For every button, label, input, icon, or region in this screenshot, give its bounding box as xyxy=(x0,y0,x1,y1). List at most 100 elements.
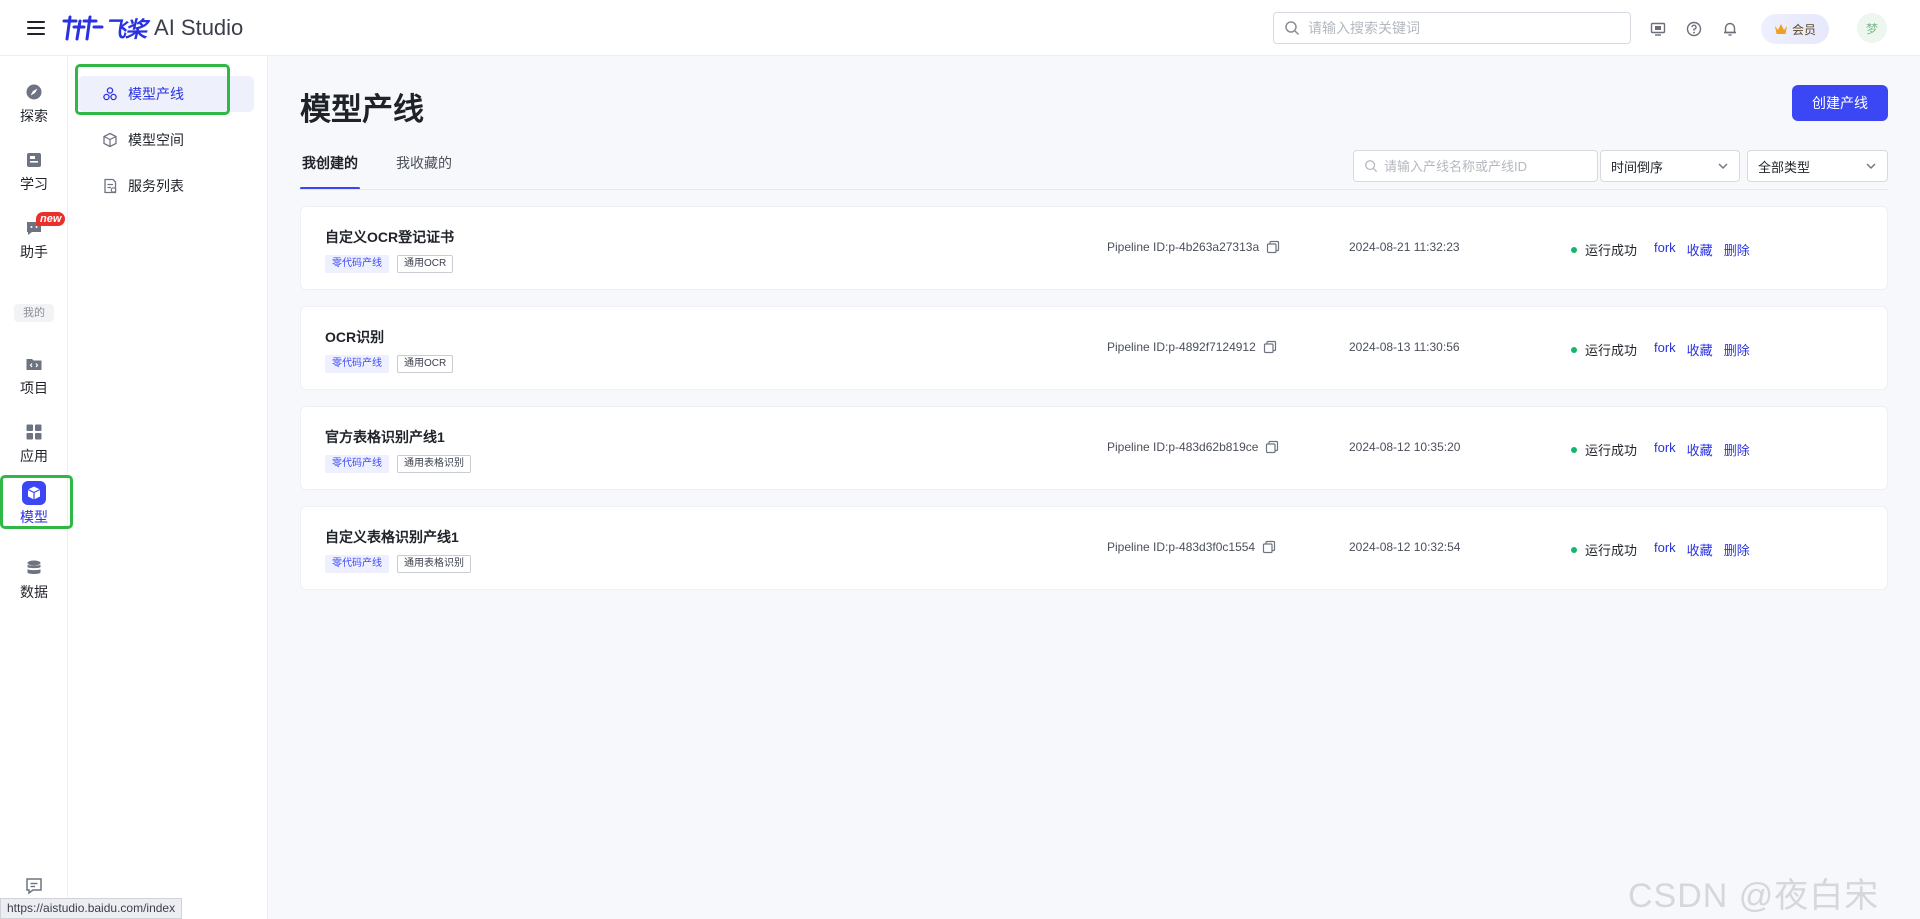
copy-icon[interactable] xyxy=(1263,340,1277,354)
copy-icon[interactable] xyxy=(1266,240,1280,254)
delete-link[interactable]: 删除 xyxy=(1724,240,1750,259)
pipeline-time: 2024-08-12 10:35:20 xyxy=(1349,440,1461,454)
folder-code-icon xyxy=(24,354,44,374)
subnav-item-label: 模型产线 xyxy=(128,86,184,102)
vip-button[interactable]: 会员 xyxy=(1761,14,1829,44)
bell-icon[interactable] xyxy=(1717,15,1743,43)
pipeline-time: 2024-08-12 10:32:54 xyxy=(1349,540,1461,554)
pipeline-name[interactable]: 官方表格识别产线1 xyxy=(325,427,445,447)
left-rail: 探索 学习 助手 new 我的 项目 应用 模型 数据 xyxy=(0,56,68,919)
copy-icon[interactable] xyxy=(1265,440,1279,454)
pipeline-name[interactable]: 自定义表格识别产线1 xyxy=(325,527,459,547)
pipeline-card[interactable]: 官方表格识别产线1 零代码产线 通用表格识别 Pipeline ID:p-483… xyxy=(300,406,1888,490)
pipeline-card[interactable]: 自定义OCR登记证书 零代码产线 通用OCR Pipeline ID:p-4b2… xyxy=(300,206,1888,290)
monitor-icon[interactable] xyxy=(1645,15,1671,43)
main-content: 模型产线 创建产线 我创建的 我收藏的 时间倒序 全部类型 自定义OCR登记证书… xyxy=(268,56,1920,919)
help-icon[interactable] xyxy=(1681,15,1707,43)
rail-item-label: 项目 xyxy=(20,380,48,396)
copy-icon[interactable] xyxy=(1262,540,1276,554)
search-input[interactable] xyxy=(1308,20,1608,36)
pipeline-search[interactable] xyxy=(1353,150,1598,182)
delete-link[interactable]: 删除 xyxy=(1724,440,1750,459)
subnav-item-model-space[interactable]: 模型空间 xyxy=(78,122,254,158)
rail-item-label: 模型 xyxy=(20,509,48,525)
sort-select-value: 时间倒序 xyxy=(1611,159,1664,175)
pipeline-tag: 通用OCR xyxy=(397,255,454,273)
delete-link[interactable]: 删除 xyxy=(1724,540,1750,559)
rail-item-label: 助手 xyxy=(20,244,48,260)
pipeline-tag: 通用OCR xyxy=(397,355,454,373)
rail-item-label: 应用 xyxy=(20,448,48,464)
pipeline-card[interactable]: OCR识别 零代码产线 通用OCR Pipeline ID:p-4892f712… xyxy=(300,306,1888,390)
pipeline-id: Pipeline ID:p-483d3f0c1554 xyxy=(1107,540,1256,554)
status-dot xyxy=(1571,546,1577,553)
global-search[interactable] xyxy=(1273,12,1631,44)
box-icon xyxy=(102,132,118,148)
rail-item-label: 探索 xyxy=(20,108,48,124)
pipeline-status: 运行成功 xyxy=(1571,240,1637,259)
cube-icon xyxy=(22,481,46,505)
brand-logo[interactable]: 飞桨 AI Studio xyxy=(60,12,243,44)
crown-icon xyxy=(1774,24,1787,34)
chevron-down-icon xyxy=(1718,163,1728,169)
favorite-link[interactable]: 收藏 xyxy=(1687,340,1713,359)
mine-divider-label: 我的 xyxy=(14,304,54,322)
rail-item-apps[interactable]: 应用 xyxy=(0,416,68,472)
pipeline-tag: 零代码产线 xyxy=(325,355,389,373)
pipeline-status: 运行成功 xyxy=(1571,540,1637,559)
rail-item-learn[interactable]: 学习 xyxy=(0,144,68,200)
page-title: 模型产线 xyxy=(300,92,424,127)
paddle-logo-icon xyxy=(62,15,104,40)
pipeline-card[interactable]: 自定义表格识别产线1 零代码产线 通用表格识别 Pipeline ID:p-48… xyxy=(300,506,1888,590)
rail-item-models[interactable]: 模型 xyxy=(0,475,68,531)
subnav-item-pipelines[interactable]: 模型产线 xyxy=(78,76,254,112)
book-icon xyxy=(24,150,44,170)
rail-item-explore[interactable]: 探索 xyxy=(0,76,68,132)
favorite-link[interactable]: 收藏 xyxy=(1687,240,1713,259)
pipeline-status: 运行成功 xyxy=(1571,340,1637,359)
avatar[interactable]: 梦 xyxy=(1857,13,1887,43)
status-dot xyxy=(1571,346,1577,353)
pipeline-time: 2024-08-21 11:32:23 xyxy=(1349,240,1460,254)
delete-link[interactable]: 删除 xyxy=(1724,340,1750,359)
pipeline-name[interactable]: OCR识别 xyxy=(325,327,384,347)
favorite-link[interactable]: 收藏 xyxy=(1687,540,1713,559)
status-dot xyxy=(1571,246,1577,253)
favorite-link[interactable]: 收藏 xyxy=(1687,440,1713,459)
fork-link[interactable]: fork xyxy=(1654,440,1676,459)
sort-select[interactable]: 时间倒序 xyxy=(1600,150,1740,182)
subnav-item-label: 模型空间 xyxy=(128,132,184,148)
tab-favorites[interactable]: 我收藏的 xyxy=(394,150,454,190)
feedback-icon[interactable] xyxy=(24,876,44,896)
rail-item-label: 学习 xyxy=(20,176,48,192)
pipeline-name[interactable]: 自定义OCR登记证书 xyxy=(325,227,454,247)
secondary-nav: 模型产线 模型空间 服务列表 xyxy=(68,56,268,919)
pipeline-tag: 零代码产线 xyxy=(325,455,389,473)
status-text: 运行成功 xyxy=(1585,343,1638,358)
status-text: 运行成功 xyxy=(1585,543,1638,558)
rail-item-projects[interactable]: 项目 xyxy=(0,348,68,404)
pipeline-id: Pipeline ID:p-4892f7124912 xyxy=(1107,340,1256,354)
search-icon xyxy=(1365,160,1378,173)
rail-item-data[interactable]: 数据 xyxy=(0,552,68,608)
database-icon xyxy=(24,558,44,578)
brand-name-cn: 飞桨 xyxy=(104,16,147,42)
rail-item-label: 数据 xyxy=(20,584,48,600)
pipeline-status: 运行成功 xyxy=(1571,440,1637,459)
type-select-value: 全部类型 xyxy=(1758,159,1811,175)
fork-link[interactable]: fork xyxy=(1654,240,1676,259)
pipeline-tag: 零代码产线 xyxy=(325,555,389,573)
pipeline-time: 2024-08-13 11:30:56 xyxy=(1349,340,1460,354)
rail-item-assistant[interactable]: 助手 new xyxy=(0,212,68,268)
tab-created[interactable]: 我创建的 xyxy=(300,150,360,190)
status-text: 运行成功 xyxy=(1585,443,1638,458)
chevron-down-icon xyxy=(1866,163,1876,169)
pipeline-search-input[interactable] xyxy=(1384,158,1584,174)
subnav-item-services[interactable]: 服务列表 xyxy=(78,168,254,204)
fork-link[interactable]: fork xyxy=(1654,540,1676,559)
fork-link[interactable]: fork xyxy=(1654,340,1676,359)
create-pipeline-button[interactable]: 创建产线 xyxy=(1792,85,1888,121)
tab-bar: 我创建的 我收藏的 xyxy=(300,150,488,190)
type-select[interactable]: 全部类型 xyxy=(1747,150,1888,182)
pipeline-id: Pipeline ID:p-483d62b819ce xyxy=(1107,440,1259,454)
